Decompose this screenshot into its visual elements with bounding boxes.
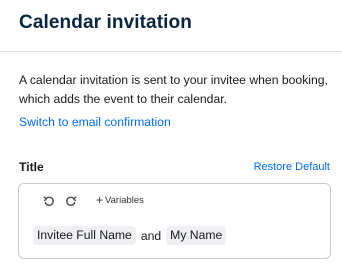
- restore-default-link[interactable]: Restore Default: [254, 161, 330, 173]
- redo-button[interactable]: [63, 193, 79, 209]
- plus-icon: +: [96, 193, 104, 207]
- switch-to-email-confirmation-link[interactable]: Switch to email confirmation: [19, 115, 171, 129]
- variable-chip-invitee-full-name[interactable]: Invitee Full Name: [33, 226, 136, 245]
- panel-header: Calendar invitation: [0, 0, 342, 52]
- variables-label: Variables: [105, 194, 144, 206]
- description-text: A calendar invitation is sent to your in…: [19, 73, 328, 106]
- page-title: Calendar invitation: [19, 12, 192, 33]
- editor-toolbar: + Variables: [19, 184, 330, 218]
- insert-variables-button[interactable]: + Variables: [96, 194, 144, 206]
- variable-chip-my-name[interactable]: My Name: [166, 226, 227, 245]
- editor-content[interactable]: Invitee Full Name and My Name: [33, 226, 227, 245]
- title-section-label: Title: [19, 160, 44, 174]
- undo-button[interactable]: [41, 193, 57, 209]
- connector-text: and: [140, 228, 162, 243]
- redo-icon: [66, 196, 77, 206]
- undo-icon: [43, 196, 54, 206]
- title-editor[interactable]: + Variables Invitee Full Name and My Nam…: [18, 183, 331, 259]
